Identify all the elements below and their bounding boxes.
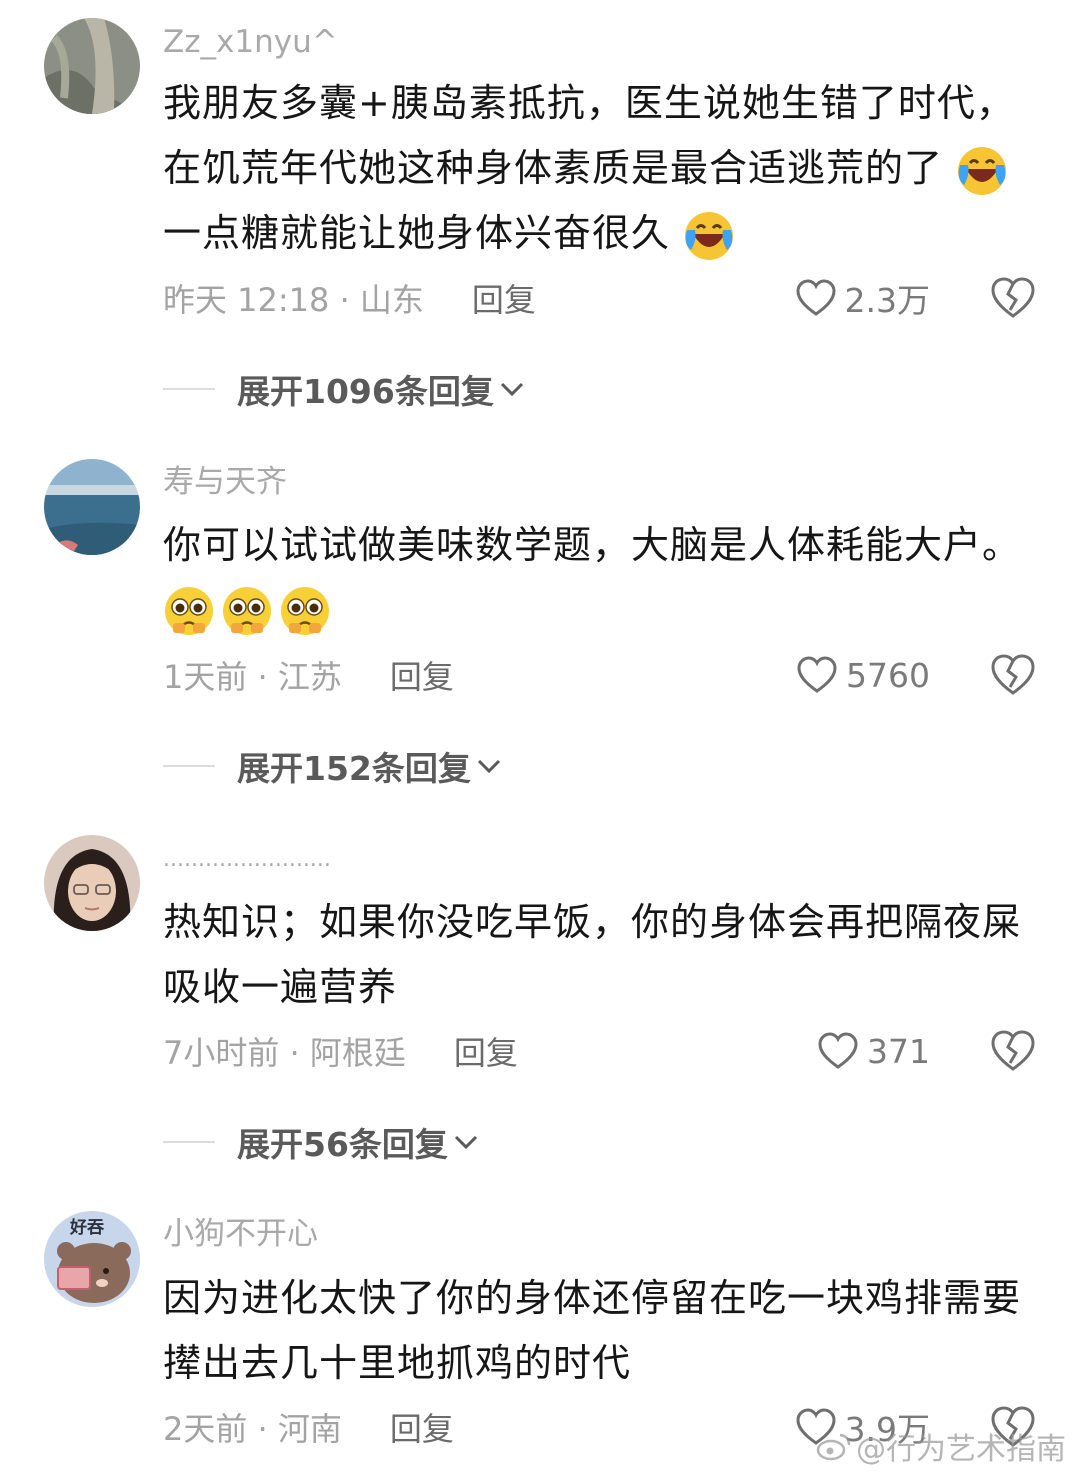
comment-meta: 7小时前 · 阿根廷 回复: [163, 1029, 518, 1073]
timestamp-location: 1天前 · 江苏: [163, 658, 342, 696]
comment-line: 撵出去几十里地抓鸡的时代: [163, 1341, 632, 1385]
comment-line: 在饥荒年代她这种身体素质是最合适逃荒的了: [163, 136, 1043, 201]
laughing-tears-emoji: [685, 211, 734, 260]
avatar[interactable]: [44, 18, 140, 114]
username[interactable]: Zz_x1nyu^: [163, 22, 338, 62]
like-button[interactable]: 5760: [796, 653, 930, 697]
heart-outline-icon: [797, 656, 837, 693]
pleading-face-emoji: [223, 586, 271, 635]
weibo-logo-icon: [816, 1433, 851, 1461]
comment-text: 因为进化太快了你的身体还停留在吃一块鸡排需要 撵出去几十里地抓鸡的时代: [163, 1266, 1043, 1396]
chevron-down-icon: [477, 759, 500, 774]
expand-replies-button[interactable]: 展开56条回复: [163, 1120, 480, 1164]
pleading-face-emoji: [165, 586, 213, 635]
heart-outline-icon: [818, 1032, 858, 1069]
divider: [163, 1141, 215, 1143]
like-button[interactable]: 371: [817, 1029, 930, 1073]
broken-heart-icon[interactable]: [990, 276, 1036, 320]
comment-text: 热知识；如果你没吃早饭，你的身体会再把隔夜屎 吸收一遍营养: [163, 890, 1043, 1020]
avatar[interactable]: 好吞: [44, 1211, 140, 1307]
chevron-down-icon: [454, 1135, 477, 1150]
comment-line: 你可以试试做美味数学题，大脑是人体耗能大户。: [163, 523, 1022, 567]
expand-replies-button[interactable]: 展开152条回复: [163, 744, 503, 788]
comment-line: 一点糖就能让她身体兴奋很久: [163, 201, 1043, 266]
expand-replies-label: 展开152条回复: [237, 749, 471, 788]
reply-button[interactable]: 回复: [390, 1404, 454, 1450]
broken-heart-icon[interactable]: [990, 653, 1036, 697]
pleading-face-emoji: [281, 586, 329, 635]
expand-replies-label: 展开1096条回复: [237, 372, 494, 411]
timestamp-location: 7小时前 · 阿根廷: [163, 1034, 406, 1072]
reply-button[interactable]: 回复: [472, 275, 536, 321]
broken-heart-icon[interactable]: [990, 1029, 1036, 1073]
username[interactable]: ........................: [163, 840, 331, 880]
comment-line: 热知识；如果你没吃早饭，你的身体会再把隔夜屎: [163, 900, 1022, 944]
watermark-text: @行为艺术指南: [856, 1432, 1066, 1467]
comment-meta: 2天前 · 河南 回复: [163, 1405, 454, 1449]
like-button[interactable]: 2.3万: [795, 276, 930, 320]
divider: [163, 765, 215, 767]
laughing-tears-emoji: [958, 146, 1007, 195]
comment-text: 你可以试试做美味数学题，大脑是人体耗能大户。: [163, 513, 1043, 643]
reply-button[interactable]: 回复: [390, 652, 454, 698]
expand-replies-button[interactable]: 展开1096条回复: [163, 367, 526, 411]
avatar[interactable]: [44, 835, 140, 931]
comment-line: 因为进化太快了你的身体还停留在吃一块鸡排需要: [163, 1276, 1022, 1320]
expand-replies-label: 展开56条回复: [237, 1125, 448, 1164]
reply-button[interactable]: 回复: [454, 1028, 518, 1074]
username[interactable]: 寿与天齐: [163, 462, 287, 502]
username[interactable]: 小狗不开心: [163, 1214, 318, 1254]
comment-line: 我朋友多囊+胰岛素抵抗，医生说她生错了时代，: [163, 81, 1015, 125]
heart-outline-icon: [796, 279, 836, 316]
comment-line: 吸收一遍营养: [163, 965, 398, 1009]
like-count: 5760: [846, 655, 930, 695]
avatar[interactable]: [44, 459, 140, 555]
comment-meta: 昨天 12:18 · 山东 回复: [163, 276, 536, 320]
like-count: 371: [867, 1031, 930, 1071]
divider: [163, 388, 215, 390]
timestamp-location: 2天前 · 河南: [163, 1410, 342, 1448]
comment-text: 我朋友多囊+胰岛素抵抗，医生说她生错了时代， 在饥荒年代她这种身体素质是最合适逃…: [163, 71, 1043, 266]
chevron-down-icon: [500, 382, 523, 397]
emoji-row: [163, 578, 1043, 643]
like-count: 2.3万: [844, 281, 930, 320]
timestamp-location: 昨天 12:18 · 山东: [163, 281, 424, 319]
avatar-text: 好吞: [70, 1218, 104, 1238]
comment-meta: 1天前 · 江苏 回复: [163, 653, 454, 697]
watermark: @行为艺术指南: [816, 1424, 1066, 1468]
